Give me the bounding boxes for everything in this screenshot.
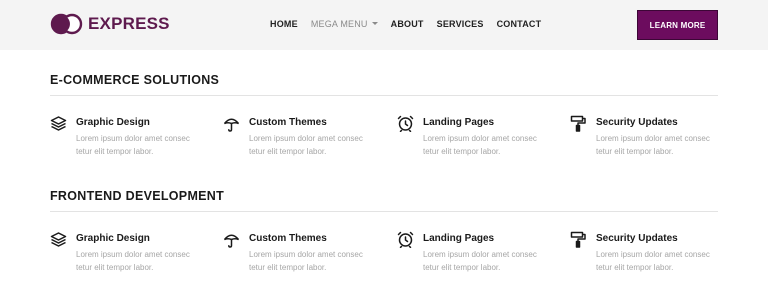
divider	[50, 95, 718, 96]
feature-title: Landing Pages	[423, 117, 495, 128]
divider	[50, 211, 718, 212]
section-title: FRONTEND DEVELOPMENT	[50, 189, 225, 203]
feature-item[interactable]: Custom Themes Lorem ipsum dolor amet con…	[223, 114, 373, 156]
caret-down-icon	[371, 22, 378, 26]
feature-description: Lorem ipsum dolor amet consec tetur elit…	[76, 250, 190, 272]
feature-description: Lorem ipsum dolor amet consec tetur elit…	[249, 134, 363, 156]
feature-description: Lorem ipsum dolor amet consec tetur elit…	[423, 134, 537, 156]
alarm-clock-icon	[397, 231, 414, 248]
site-header: EXPRESS HOME MEGA MENU ABOUT SERVICES CO…	[0, 0, 768, 50]
alarm-clock-icon	[397, 115, 414, 132]
section-frontend: FRONTEND DEVELOPMENT Graphic Design Lore…	[50, 189, 718, 299]
logo-mark-icon	[50, 13, 83, 35]
feature-description: Lorem ipsum dolor amet consec tetur elit…	[596, 134, 710, 156]
layers-icon	[50, 231, 67, 247]
feature-description: Lorem ipsum dolor amet consec tetur elit…	[76, 134, 190, 156]
feature-title: Landing Pages	[423, 233, 495, 244]
section-ecommerce: E-COMMERCE SOLUTIONS Graphic Design Lore…	[50, 73, 718, 183]
feature-description: Lorem ipsum dolor amet consec tetur elit…	[249, 250, 363, 272]
feature-description: Lorem ipsum dolor amet consec tetur elit…	[596, 250, 710, 272]
learn-more-button[interactable]: LEARN MORE	[637, 10, 718, 40]
umbrella-icon	[223, 118, 240, 132]
umbrella-icon	[223, 234, 240, 248]
nav-item-mega-menu[interactable]: MEGA MENU	[311, 19, 378, 29]
feature-title: Security Updates	[596, 233, 678, 244]
paint-roller-icon	[570, 231, 586, 248]
feature-item[interactable]: Security Updates Lorem ipsum dolor amet …	[570, 230, 720, 272]
feature-title: Custom Themes	[249, 233, 327, 244]
section-title: E-COMMERCE SOLUTIONS	[50, 73, 220, 87]
nav-item-home[interactable]: HOME	[270, 19, 298, 29]
layers-icon	[50, 115, 67, 131]
main-nav: HOME MEGA MENU ABOUT SERVICES CONTACT	[270, 19, 541, 29]
feature-description: Lorem ipsum dolor amet consec tetur elit…	[423, 250, 537, 272]
feature-item[interactable]: Graphic Design Lorem ipsum dolor amet co…	[50, 114, 200, 156]
feature-item[interactable]: Graphic Design Lorem ipsum dolor amet co…	[50, 230, 200, 272]
feature-item[interactable]: Landing Pages Lorem ipsum dolor amet con…	[397, 230, 547, 272]
brand-name: EXPRESS	[88, 14, 170, 33]
nav-item-contact[interactable]: CONTACT	[497, 19, 542, 29]
feature-title: Custom Themes	[249, 117, 327, 128]
feature-item[interactable]: Security Updates Lorem ipsum dolor amet …	[570, 114, 720, 156]
feature-title: Security Updates	[596, 117, 678, 128]
feature-item[interactable]: Custom Themes Lorem ipsum dolor amet con…	[223, 230, 373, 272]
nav-item-services[interactable]: SERVICES	[437, 19, 484, 29]
feature-item[interactable]: Landing Pages Lorem ipsum dolor amet con…	[397, 114, 547, 156]
paint-roller-icon	[570, 115, 586, 132]
brand-logo[interactable]: EXPRESS	[50, 13, 170, 35]
feature-title: Graphic Design	[76, 233, 150, 244]
nav-item-about[interactable]: ABOUT	[391, 19, 424, 29]
nav-item-label: MEGA MENU	[310, 19, 368, 29]
feature-title: Graphic Design	[76, 117, 150, 128]
